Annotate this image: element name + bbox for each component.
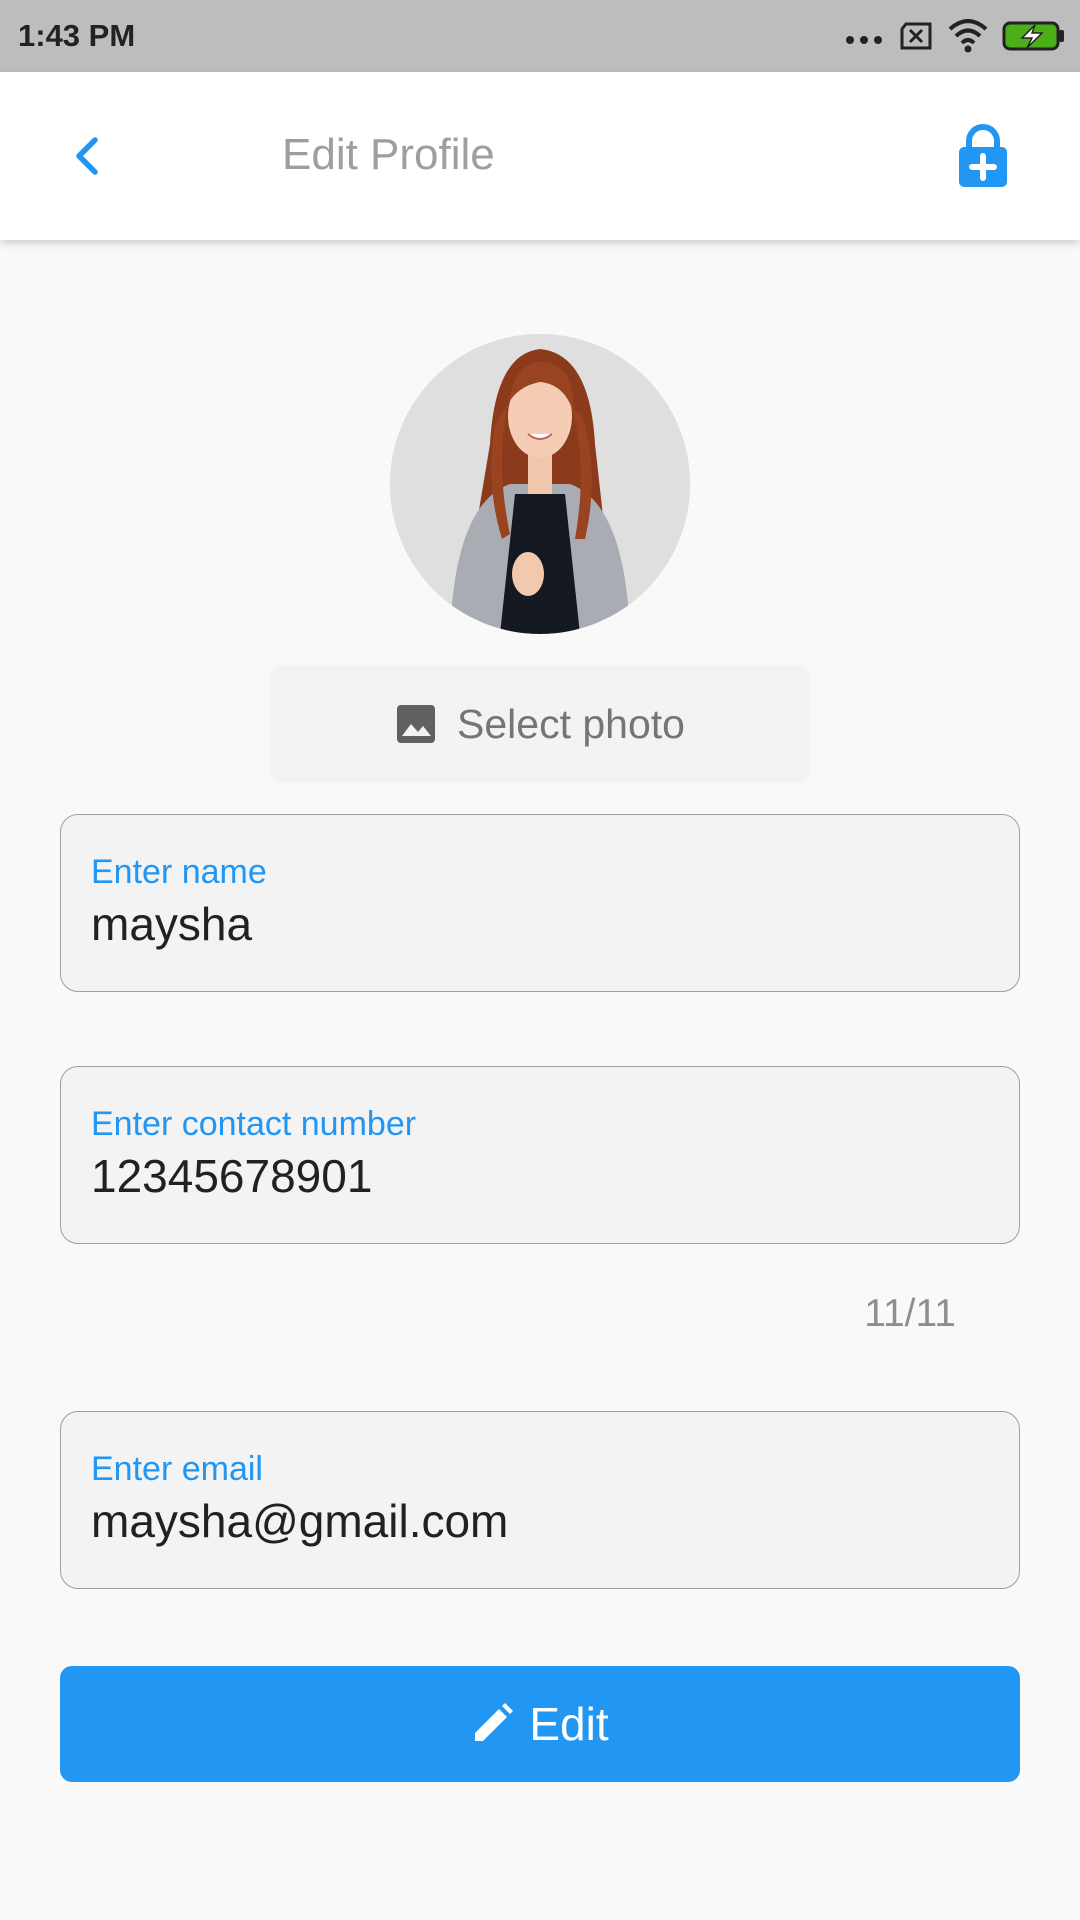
status-time: 1:43 PM: [18, 18, 136, 53]
image-icon: [397, 705, 436, 743]
name-label: Enter name: [91, 853, 267, 891]
more-dots-icon: [846, 36, 882, 44]
edit-button-label: Edit: [529, 1698, 609, 1750]
contact-character-counter: 11/11: [864, 1292, 956, 1335]
contact-input[interactable]: [91, 1149, 991, 1203]
status-icons: [844, 14, 1066, 58]
profile-avatar: [390, 334, 690, 634]
back-button[interactable]: [56, 118, 116, 194]
battery-charging-icon: [1002, 21, 1064, 51]
profile-photo: [390, 334, 690, 634]
wifi-icon: [948, 19, 988, 53]
email-label: Enter email: [91, 1450, 263, 1488]
page-title: Edit Profile: [282, 130, 495, 179]
contact-field[interactable]: Enter contact number: [60, 1066, 1020, 1244]
app-bar: Edit Profile: [0, 72, 1080, 240]
select-photo-button[interactable]: Select photo: [270, 665, 810, 783]
name-input[interactable]: [91, 897, 991, 951]
sim-blocked-icon: [900, 22, 932, 50]
name-field[interactable]: Enter name: [60, 814, 1020, 992]
edit-button[interactable]: Edit: [60, 1666, 1020, 1782]
select-photo-label: Select photo: [457, 700, 685, 747]
lock-button[interactable]: [950, 118, 1016, 194]
chevron-left-icon: [76, 137, 98, 175]
email-field[interactable]: Enter email: [60, 1411, 1020, 1589]
status-bar: 1:43 PM: [0, 0, 1080, 72]
contact-label: Enter contact number: [91, 1105, 417, 1143]
email-input[interactable]: [91, 1494, 991, 1548]
lock-plus-icon: [959, 124, 1007, 187]
pencil-icon: [475, 1703, 514, 1741]
